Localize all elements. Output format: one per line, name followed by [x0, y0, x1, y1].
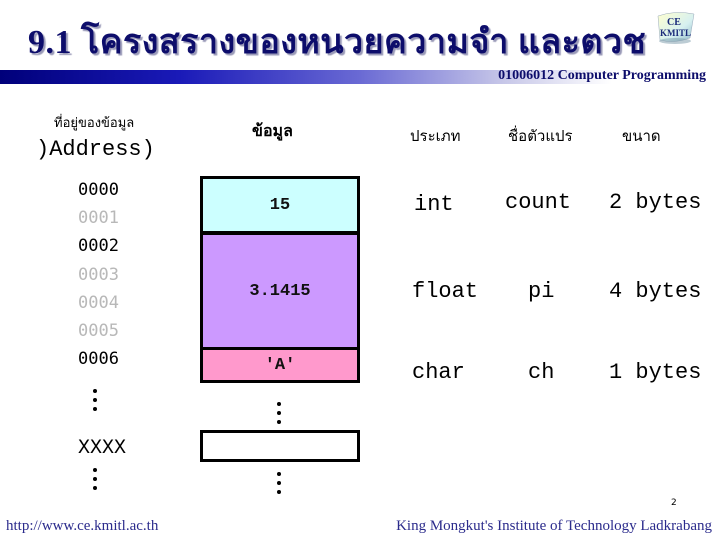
header-address-thai: ที่อยู่ของข้อมูล — [54, 116, 135, 131]
address-label: 0000 — [78, 180, 119, 200]
slide-title: 9.1 โครงสรางของหนวยความจำ และตวช — [28, 24, 647, 61]
memory-ellipsis-icon — [276, 402, 282, 424]
address-ellipsis-icon — [92, 468, 98, 490]
address-ellipsis-icon — [92, 389, 98, 411]
footer-institute: King Mongkut's Institute of Technology L… — [396, 518, 712, 534]
logo-text-kmitl: KMITL — [660, 28, 691, 38]
address-label: 0001 — [78, 208, 119, 228]
address-unknown: XXXX — [78, 437, 127, 460]
variable-name: count — [505, 190, 572, 215]
memory-cell-char: 'A' — [200, 347, 360, 383]
variable-type: int — [414, 192, 454, 217]
memory-cell-int: 15 — [200, 176, 360, 234]
memory-ellipsis-icon — [276, 472, 282, 494]
variable-type: char — [412, 360, 465, 385]
footer-url-link[interactable]: http://www.ce.kmitl.ac.th — [6, 518, 158, 535]
memory-cell-float: 3.1415 — [200, 232, 360, 350]
page-number: 2 — [671, 498, 677, 508]
header-address-english: )Address) — [36, 137, 155, 162]
header-variable-name: ชื่อตัวแปร — [508, 127, 573, 145]
ce-kmitl-logo: CE KMITL — [652, 8, 698, 48]
header-size: ขนาด — [622, 127, 661, 145]
variable-size: 4 bytes — [609, 279, 702, 304]
variable-size: 1 bytes — [609, 360, 702, 385]
header-type: ประเภท — [410, 127, 461, 145]
address-label: 0003 — [78, 265, 119, 285]
address-label: 0006 — [78, 349, 119, 369]
variable-type: float — [412, 279, 479, 304]
variable-size: 2 bytes — [609, 190, 702, 215]
header-data: ข้อมูล — [252, 121, 293, 140]
variable-name: pi — [528, 279, 555, 304]
address-label: 0004 — [78, 293, 119, 313]
course-label: 01006012 Computer Programming — [498, 68, 706, 83]
address-label: 0005 — [78, 321, 119, 341]
address-label: 0002 — [78, 236, 119, 256]
memory-cell-unknown — [200, 430, 360, 462]
logo-text-ce: CE — [667, 17, 681, 28]
variable-name: ch — [528, 360, 555, 385]
